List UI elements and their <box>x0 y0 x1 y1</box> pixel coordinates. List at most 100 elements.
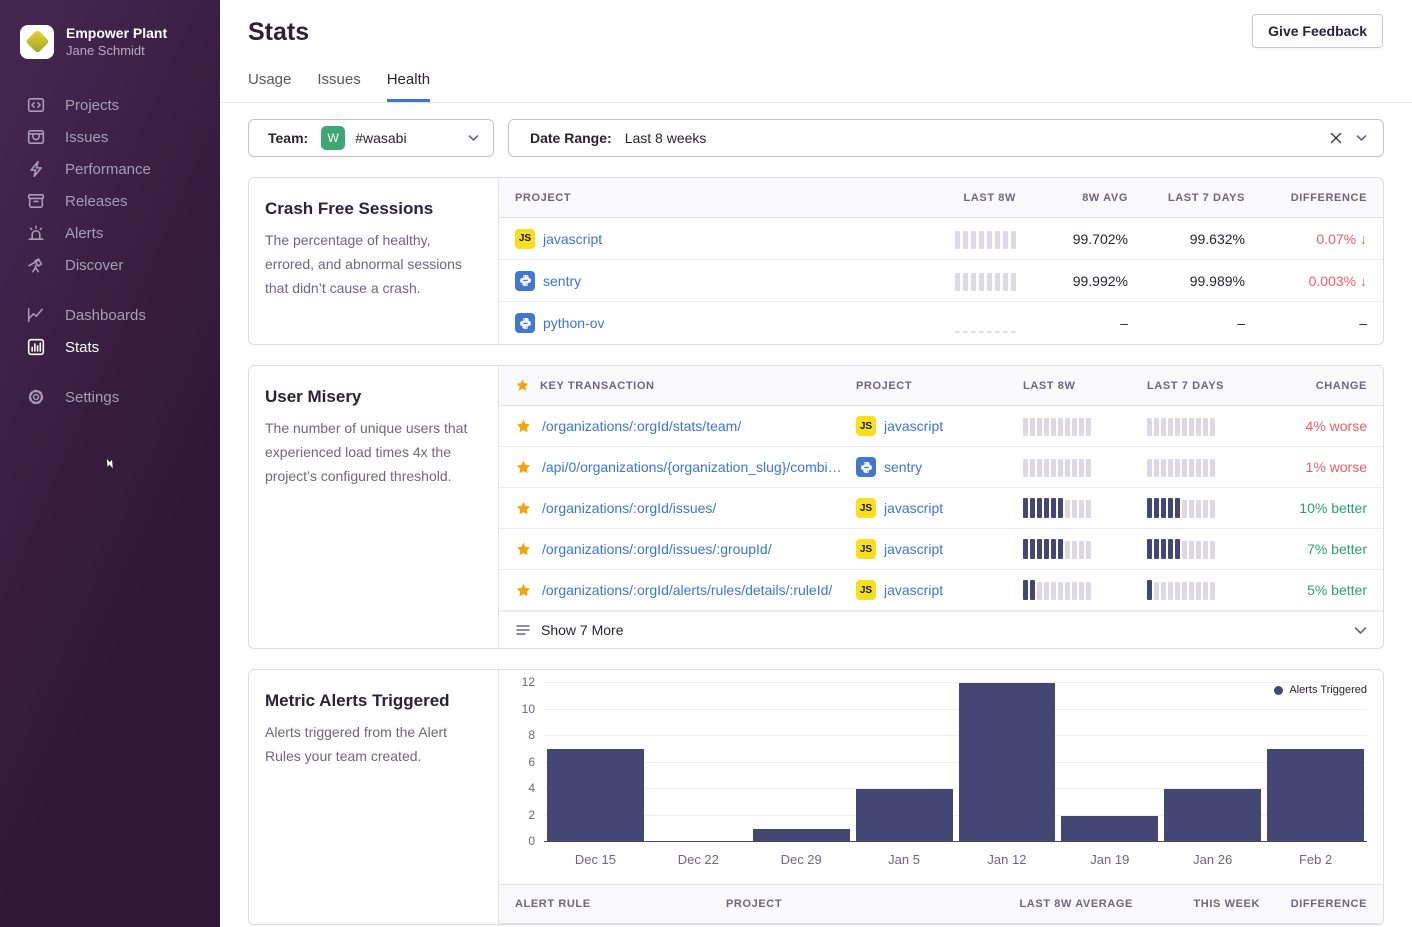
project-link[interactable]: sentry <box>543 273 581 289</box>
table-row: /organizations/:orgId/alerts/rules/detai… <box>499 570 1383 611</box>
javascript-project-icon: JS <box>515 229 535 249</box>
project-link[interactable]: javascript <box>884 541 943 557</box>
python-project-icon <box>515 313 535 333</box>
difference-value: – <box>1257 315 1367 331</box>
sparkline-last-7-days <box>1147 539 1259 559</box>
list-icon <box>515 622 531 638</box>
python-project-icon <box>515 271 535 291</box>
project-link[interactable]: sentry <box>884 459 922 475</box>
change-value: 5% better <box>1271 582 1367 598</box>
x-axis-label: Feb 2 <box>1264 852 1367 867</box>
project-link[interactable]: javascript <box>884 582 943 598</box>
transaction-link[interactable]: /organizations/:orgId/alerts/rules/detai… <box>542 582 832 598</box>
crash-free-sessions-panel: Crash Free Sessions The percentage of he… <box>248 177 1384 345</box>
transaction-link[interactable]: /organizations/:orgId/issues/ <box>542 500 716 516</box>
sidebar-item-label: Projects <box>65 97 119 114</box>
project-link[interactable]: javascript <box>884 500 943 516</box>
chart-bar[interactable] <box>1061 816 1158 842</box>
javascript-project-icon: JS <box>856 498 876 518</box>
sparkline-last-7-days <box>1147 498 1259 518</box>
sidebar-item-label: Alerts <box>65 225 103 242</box>
x-axis-label: Dec 15 <box>544 852 647 867</box>
tab-health[interactable]: Health <box>387 71 430 102</box>
table-row: python-ov – – – <box>499 302 1383 344</box>
transaction-link[interactable]: /organizations/:orgId/issues/:groupId/ <box>542 541 772 557</box>
table-row: /organizations/:orgId/issues/ JS javascri… <box>499 488 1383 529</box>
show-more-row[interactable]: Show 7 More <box>499 611 1383 648</box>
table-header: PROJECT LAST 8W 8W AVG LAST 7 DAYS DIFFE… <box>499 178 1383 218</box>
sparkline-last-7-days <box>1147 416 1259 436</box>
user-name: Jane Schmidt <box>66 42 167 59</box>
clear-icon[interactable] <box>1330 132 1342 144</box>
sidebar-item-releases[interactable]: Releases <box>0 185 220 217</box>
chart-bar[interactable] <box>959 683 1056 842</box>
star-icon[interactable] <box>515 418 532 435</box>
col-last-7-days: LAST 7 DAYS <box>1147 380 1259 392</box>
col-change: CHANGE <box>1271 380 1367 392</box>
col-last-7-days: LAST 7 DAYS <box>1140 192 1245 204</box>
sidebar-item-projects[interactable]: Projects <box>0 89 220 121</box>
team-select[interactable]: Team: W #wasabi <box>248 119 494 157</box>
sparkline-last-7-days <box>1147 580 1259 600</box>
date-range-value: Last 8 weeks <box>625 130 707 146</box>
page-header: Stats Give Feedback Usage Issues Health <box>220 0 1412 103</box>
x-axis-label: Jan 12 <box>956 852 1059 867</box>
x-axis-label: Jan 26 <box>1161 852 1264 867</box>
star-icon[interactable] <box>515 500 532 517</box>
change-value: 1% worse <box>1271 459 1367 475</box>
project-link[interactable]: javascript <box>543 231 602 247</box>
chart-bar[interactable] <box>753 829 850 842</box>
sidebar-item-issues[interactable]: Issues <box>0 121 220 153</box>
col-project: PROJECT <box>856 380 1011 392</box>
chart-plot-area: 024681012Dec 15Dec 22Dec 29Jan 5Jan 12Ja… <box>544 670 1367 842</box>
sparkline-last-8w <box>955 313 1016 333</box>
chart-bar[interactable] <box>1164 789 1261 842</box>
chevron-down-icon[interactable] <box>1354 626 1367 635</box>
8w-avg-value: 99.992% <box>1028 273 1128 289</box>
difference-value: 0.07% ↓ <box>1257 231 1367 247</box>
col-last-8w: LAST 8W <box>1023 380 1135 392</box>
chart-bar[interactable] <box>856 789 953 842</box>
date-range-select[interactable]: Date Range: Last 8 weeks <box>508 119 1384 157</box>
panel-description: The percentage of healthy, errored, and … <box>265 228 482 300</box>
chart-bar[interactable] <box>1267 749 1364 842</box>
col-8w-avg: 8W AVG <box>1028 192 1128 204</box>
tab-issues[interactable]: Issues <box>317 71 360 102</box>
give-feedback-button[interactable]: Give Feedback <box>1252 14 1383 48</box>
python-project-icon <box>856 457 876 477</box>
chevron-down-icon[interactable] <box>1356 134 1367 142</box>
show-more-label: Show 7 More <box>541 622 623 638</box>
sparkline-last-8w <box>1023 416 1135 436</box>
sidebar-item-label: Performance <box>65 161 151 178</box>
org-switcher[interactable]: Empower Plant Jane Schmidt <box>0 0 220 59</box>
table-row: /api/0/organizations/{organization_slug}… <box>499 447 1383 488</box>
col-this-week: THIS WEEK <box>1145 898 1260 910</box>
difference-value: 0.003% ↓ <box>1257 273 1367 289</box>
table-row: sentry 99.992% 99.989% 0.003% ↓ <box>499 260 1383 302</box>
javascript-project-icon: JS <box>856 539 876 559</box>
sparkline-last-8w <box>955 271 1016 291</box>
sparkline-last-8w <box>1023 498 1135 518</box>
releases-icon <box>27 192 45 210</box>
tabs: Usage Issues Health <box>248 71 1384 102</box>
col-project: PROJECT <box>515 192 874 204</box>
team-label: Team: <box>268 130 308 146</box>
sidebar-item-performance[interactable]: Performance <box>0 153 220 185</box>
star-icon[interactable] <box>515 541 532 558</box>
transaction-link[interactable]: /organizations/:orgId/stats/team/ <box>542 418 741 434</box>
chevron-down-icon <box>468 134 479 142</box>
sidebar: Empower Plant Jane Schmidt Projects Issu… <box>0 0 220 927</box>
projects-icon <box>27 96 45 114</box>
tab-usage[interactable]: Usage <box>248 71 291 102</box>
table-row: /organizations/:orgId/stats/team/ JSjava… <box>499 406 1383 447</box>
table-row: /organizations/:orgId/issues/:groupId/ J… <box>499 529 1383 570</box>
issues-icon <box>27 128 45 146</box>
chart-bar[interactable] <box>547 749 644 842</box>
star-icon[interactable] <box>515 582 532 599</box>
project-link[interactable]: python-ov <box>543 315 604 331</box>
star-icon[interactable] <box>515 459 532 476</box>
table-row: JSjavascript 99.702% 99.632% 0.07% ↓ <box>499 218 1383 260</box>
col-key-transaction: KEY TRANSACTION <box>540 380 655 392</box>
transaction-link[interactable]: /api/0/organizations/{organization_slug}… <box>542 459 844 475</box>
project-link[interactable]: javascript <box>884 418 943 434</box>
